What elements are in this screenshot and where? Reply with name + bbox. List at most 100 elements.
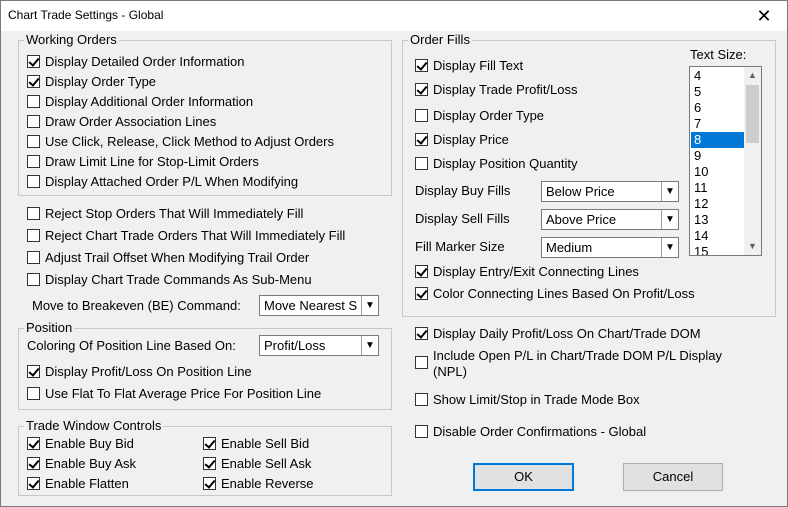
listbox-scrollbar[interactable]: ▲ ▼ bbox=[744, 67, 761, 255]
text-size-option[interactable]: 5 bbox=[691, 84, 746, 100]
scroll-down-icon[interactable]: ▼ bbox=[744, 238, 761, 255]
checkbox-unchecked-icon[interactable] bbox=[27, 94, 40, 108]
checkbox-label: Display Order Type bbox=[433, 107, 545, 123]
checkbox-label: Color Connecting Lines Based On Profit/L… bbox=[433, 285, 695, 301]
checkbox-checked-icon[interactable] bbox=[27, 476, 40, 490]
text-size-option[interactable]: 14 bbox=[691, 228, 746, 244]
misc-checkbox[interactable]: Reject Stop Orders That Will Immediately… bbox=[27, 204, 303, 222]
marker-size-select[interactable]: Medium ▼ bbox=[541, 237, 679, 258]
working-orders-checkbox[interactable]: Draw Limit Line for Stop-Limit Orders bbox=[27, 152, 259, 170]
checkbox-unchecked-icon[interactable] bbox=[415, 108, 428, 122]
checkbox-unchecked-icon[interactable] bbox=[415, 392, 428, 406]
checkbox-checked-icon[interactable] bbox=[415, 286, 428, 300]
order-fills-checkbox[interactable]: Display Trade Profit/Loss bbox=[415, 80, 578, 98]
checkbox-checked-icon[interactable] bbox=[27, 54, 40, 68]
trade-window-checkbox[interactable]: Enable Buy Bid bbox=[27, 434, 134, 452]
checkbox-checked-icon[interactable] bbox=[415, 264, 428, 278]
checkbox-unchecked-icon[interactable] bbox=[27, 114, 40, 128]
chart-dom-checkbox[interactable]: Show Limit/Stop in Trade Mode Box bbox=[415, 390, 640, 408]
text-size-option[interactable]: 4 bbox=[691, 68, 746, 84]
checkbox-checked-icon[interactable] bbox=[203, 456, 216, 470]
cancel-button[interactable]: Cancel bbox=[623, 463, 723, 491]
checkbox-unchecked-icon[interactable] bbox=[415, 356, 428, 369]
checkbox-checked-icon[interactable] bbox=[27, 436, 40, 450]
working-orders-checkbox[interactable]: Display Detailed Order Information bbox=[27, 52, 244, 70]
checkbox-checked-icon[interactable] bbox=[415, 132, 428, 146]
misc-checkbox[interactable]: Display Chart Trade Commands As Sub-Menu bbox=[27, 270, 312, 288]
buy-fills-select[interactable]: Below Price ▼ bbox=[541, 181, 679, 202]
scroll-up-icon[interactable]: ▲ bbox=[744, 67, 761, 84]
checkbox-unchecked-icon[interactable] bbox=[27, 206, 40, 220]
misc-checkbox[interactable]: Adjust Trail Offset When Modifying Trail… bbox=[27, 248, 309, 266]
trade-window-checkbox[interactable]: Enable Flatten bbox=[27, 474, 129, 492]
text-size-option[interactable]: 15 bbox=[691, 244, 746, 255]
checkbox-unchecked-icon[interactable] bbox=[415, 156, 428, 170]
text-size-option[interactable]: 13 bbox=[691, 212, 746, 228]
chevron-down-icon: ▼ bbox=[361, 296, 378, 315]
text-size-option[interactable]: 12 bbox=[691, 196, 746, 212]
text-size-option[interactable]: 9 bbox=[691, 148, 746, 164]
checkbox-checked-icon[interactable] bbox=[415, 82, 428, 96]
chevron-down-icon: ▼ bbox=[661, 182, 678, 201]
trade-window-checkbox[interactable]: Enable Buy Ask bbox=[27, 454, 136, 472]
checkbox-checked-icon[interactable] bbox=[415, 58, 428, 72]
checkbox-checked-icon[interactable] bbox=[27, 364, 40, 378]
checkbox-label: Display Additional Order Information bbox=[45, 93, 254, 109]
checkbox-unchecked-icon[interactable] bbox=[27, 250, 40, 264]
close-icon[interactable]: ✕ bbox=[741, 1, 787, 31]
checkbox-label: Enable Reverse bbox=[221, 475, 314, 491]
text-size-option[interactable]: 8 bbox=[691, 132, 746, 148]
text-size-label: Text Size: bbox=[690, 47, 747, 62]
chart-dom-checkbox[interactable]: Include Open P/L in Chart/Trade DOM P/L … bbox=[415, 348, 722, 382]
checkbox-checked-icon[interactable] bbox=[203, 476, 216, 490]
order-fills-legend: Order Fills bbox=[408, 32, 472, 48]
working-orders-checkbox[interactable]: Display Order Type bbox=[27, 72, 156, 90]
breakeven-select[interactable]: Move Nearest S ▼ bbox=[259, 295, 379, 316]
checkbox-unchecked-icon[interactable] bbox=[27, 228, 40, 242]
text-size-listbox[interactable]: 4 5 6 7 8 9 10 11 12 13 14 15 ▲ ▼ bbox=[689, 66, 762, 256]
checkbox-unchecked-icon[interactable] bbox=[27, 272, 40, 286]
checkbox-checked-icon[interactable] bbox=[203, 436, 216, 450]
coloring-select[interactable]: Profit/Loss ▼ bbox=[259, 335, 379, 356]
checkbox-unchecked-icon[interactable] bbox=[27, 174, 40, 188]
checkbox-unchecked-icon[interactable] bbox=[27, 154, 40, 168]
working-orders-checkbox[interactable]: Display Attached Order P/L When Modifyin… bbox=[27, 172, 298, 190]
checkbox-unchecked-icon[interactable] bbox=[27, 134, 40, 148]
text-size-option[interactable]: 6 bbox=[691, 100, 746, 116]
misc-checkbox[interactable]: Reject Chart Trade Orders That Will Imme… bbox=[27, 226, 345, 244]
order-fills-checkbox[interactable]: Display Position Quantity bbox=[415, 154, 578, 172]
title-bar: Chart Trade Settings - Global ✕ bbox=[1, 1, 787, 31]
checkbox-checked-icon[interactable] bbox=[415, 326, 428, 340]
trade-window-checkbox[interactable]: Enable Sell Ask bbox=[203, 454, 311, 472]
breakeven-value: Move Nearest S bbox=[264, 298, 358, 313]
text-size-option[interactable]: 7 bbox=[691, 116, 746, 132]
chart-dom-checkbox[interactable]: Display Daily Profit/Loss On Chart/Trade… bbox=[415, 324, 701, 342]
order-fills-checkbox[interactable]: Display Fill Text bbox=[415, 56, 523, 74]
scroll-thumb[interactable] bbox=[746, 85, 759, 143]
position-checkbox[interactable]: Display Profit/Loss On Position Line bbox=[27, 362, 252, 380]
text-size-option[interactable]: 10 bbox=[691, 164, 746, 180]
chart-dom-checkbox[interactable]: Disable Order Confirmations - Global bbox=[415, 422, 646, 440]
order-fills-checkbox[interactable]: Display Order Type bbox=[415, 106, 544, 124]
chevron-down-icon: ▼ bbox=[661, 210, 678, 229]
checkbox-checked-icon[interactable] bbox=[27, 456, 40, 470]
working-orders-checkbox[interactable]: Draw Order Association Lines bbox=[27, 112, 216, 130]
checkbox-unchecked-icon[interactable] bbox=[27, 386, 40, 400]
checkbox-checked-icon[interactable] bbox=[27, 74, 40, 88]
checkbox-unchecked-icon[interactable] bbox=[415, 424, 428, 438]
order-fills-checkbox[interactable]: Display Price bbox=[415, 130, 509, 148]
trade-window-checkbox[interactable]: Enable Reverse bbox=[203, 474, 314, 492]
working-orders-checkbox[interactable]: Use Click, Release, Click Method to Adju… bbox=[27, 132, 334, 150]
sell-fills-select[interactable]: Above Price ▼ bbox=[541, 209, 679, 230]
checkbox-label: Display Fill Text bbox=[433, 57, 524, 73]
connecting-lines-checkbox[interactable]: Display Entry/Exit Connecting Lines bbox=[415, 262, 639, 280]
trade-window-checkbox[interactable]: Enable Sell Bid bbox=[203, 434, 309, 452]
checkbox-label: Display Price bbox=[433, 131, 509, 147]
connecting-lines-checkbox[interactable]: Color Connecting Lines Based On Profit/L… bbox=[415, 284, 695, 302]
working-orders-checkbox[interactable]: Display Additional Order Information bbox=[27, 92, 253, 110]
text-size-option[interactable]: 11 bbox=[691, 180, 746, 196]
checkbox-label: Display Position Quantity bbox=[433, 155, 578, 171]
ok-button[interactable]: OK bbox=[473, 463, 574, 491]
breakeven-label: Move to Breakeven (BE) Command: bbox=[32, 298, 241, 313]
position-checkbox[interactable]: Use Flat To Flat Average Price For Posit… bbox=[27, 384, 321, 402]
